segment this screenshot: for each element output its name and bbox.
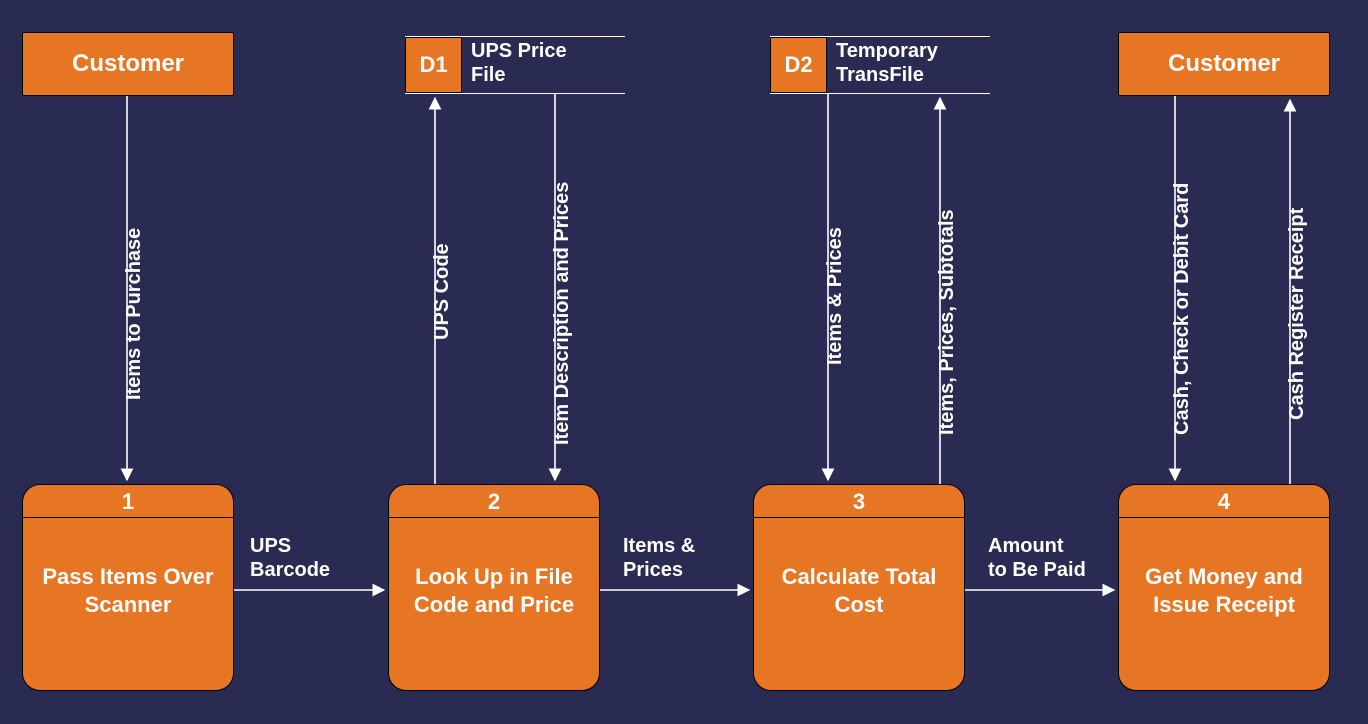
process-2: 2 Look Up in File Code and Price bbox=[388, 484, 600, 691]
process-1-id: 1 bbox=[23, 485, 233, 518]
entity-customer-left-label: Customer bbox=[72, 50, 184, 78]
process-4-id: 4 bbox=[1119, 485, 1329, 518]
process-3: 3 Calculate Total Cost bbox=[753, 484, 965, 691]
entity-customer-right: Customer bbox=[1118, 32, 1330, 96]
flow-item-desc-prices: Item Description and Prices bbox=[550, 182, 574, 445]
flow-ups-code: UPS Code bbox=[430, 243, 454, 340]
entity-customer-left: Customer bbox=[22, 32, 234, 96]
flow-cash-check-debit: Cash, Check or Debit Card bbox=[1170, 183, 1194, 435]
process-1: 1 Pass Items Over Scanner bbox=[22, 484, 234, 691]
flow-amount-to-be-paid: Amount to Be Paid bbox=[988, 534, 1086, 582]
process-1-label: Pass Items Over Scanner bbox=[23, 518, 233, 663]
process-3-id: 3 bbox=[754, 485, 964, 518]
flow-cash-register-receipt: Cash Register Receipt bbox=[1285, 208, 1309, 420]
process-2-id: 2 bbox=[389, 485, 599, 518]
datastore-d1: D1 UPS Price File bbox=[405, 36, 625, 94]
flow-items-prices-v: Items & Prices bbox=[823, 227, 847, 365]
entity-customer-right-label: Customer bbox=[1168, 50, 1280, 78]
process-2-label: Look Up in File Code and Price bbox=[389, 518, 599, 663]
flow-ups-barcode: UPS Barcode bbox=[250, 534, 330, 582]
process-4: 4 Get Money and Issue Receipt bbox=[1118, 484, 1330, 691]
flow-items-prices-h: Items & Prices bbox=[623, 534, 695, 582]
flow-items-to-purchase: Items to Purchase bbox=[122, 228, 146, 400]
datastore-d2-label: Temporary TransFile bbox=[836, 39, 938, 87]
process-4-label: Get Money and Issue Receipt bbox=[1119, 518, 1329, 663]
datastore-d2: D2 Temporary TransFile bbox=[770, 36, 990, 94]
datastore-d2-id: D2 bbox=[770, 37, 827, 93]
datastore-d1-id: D1 bbox=[405, 37, 462, 93]
datastore-d1-label: UPS Price File bbox=[471, 39, 567, 87]
flow-items-prices-subtotals: Items, Prices, Subtotals bbox=[935, 209, 959, 435]
process-3-label: Calculate Total Cost bbox=[754, 518, 964, 663]
